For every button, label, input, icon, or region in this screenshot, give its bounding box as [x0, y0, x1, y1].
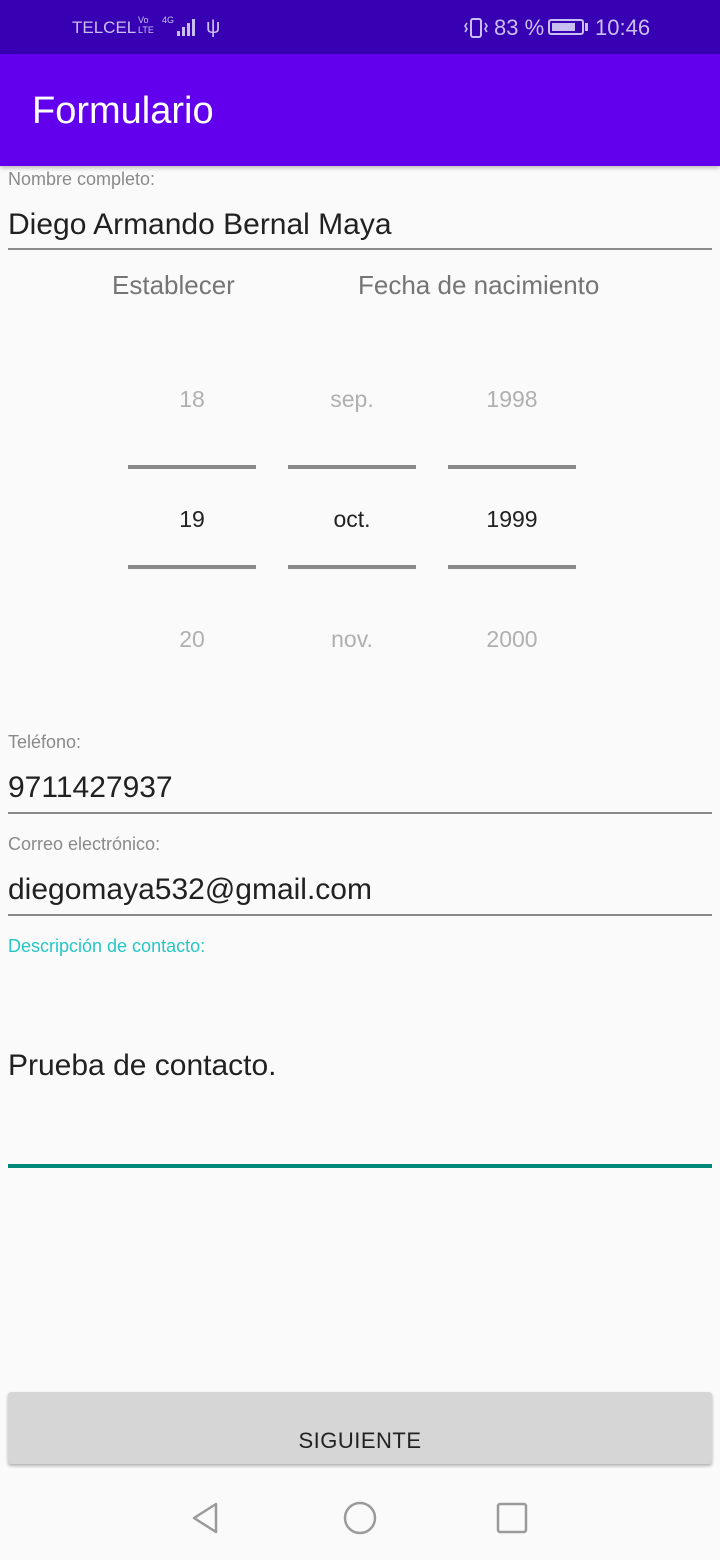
- battery-percent: 83 %: [494, 15, 545, 40]
- battery-charging-icon: [548, 19, 584, 35]
- email-label: Correo electrónico:: [8, 834, 161, 854]
- navigation-bar: [0, 1478, 720, 1560]
- phone-label: Teléfono:: [8, 732, 82, 752]
- home-icon[interactable]: [342, 1500, 378, 1536]
- year-next[interactable]: 2000: [448, 626, 576, 653]
- month-selected[interactable]: oct.: [288, 506, 416, 533]
- day-divider-top: [128, 465, 256, 469]
- email-underline: [8, 914, 712, 916]
- month-next[interactable]: nov.: [288, 626, 416, 653]
- email-field[interactable]: diegomaya532@gmail.com: [8, 873, 372, 907]
- status-bar: TELCEL Vo LTE 4G ψ 83 % 10:46: [0, 0, 720, 54]
- name-label: Nombre completo:: [8, 169, 156, 189]
- phone-field[interactable]: 9711427937: [8, 771, 173, 805]
- year-divider-top: [448, 465, 576, 469]
- name-field[interactable]: Diego Armando Bernal Maya: [8, 208, 392, 242]
- carrier-name: TELCEL: [72, 18, 137, 37]
- description-field[interactable]: Prueba de contacto.: [8, 1049, 277, 1083]
- phone-underline: [8, 812, 712, 814]
- clock: 10:46: [595, 15, 651, 40]
- page-title: Formulario: [32, 90, 214, 132]
- app-bar: Formulario: [0, 54, 720, 166]
- volte-indicator: Vo LTE: [138, 15, 154, 35]
- year-prev[interactable]: 1998: [448, 386, 576, 413]
- recents-icon[interactable]: [494, 1500, 530, 1536]
- battery-tip: [585, 23, 588, 31]
- signal-icon: [177, 19, 195, 36]
- day-selected[interactable]: 19: [128, 506, 256, 533]
- next-button[interactable]: SIGUIENTE: [8, 1392, 712, 1464]
- month-divider-bottom: [288, 565, 416, 569]
- month-divider-top: [288, 465, 416, 469]
- battery-level: [552, 23, 575, 31]
- day-divider-bottom: [128, 565, 256, 569]
- vibrate-icon: [464, 18, 488, 38]
- day-next[interactable]: 20: [128, 626, 256, 653]
- name-underline: [8, 248, 712, 250]
- network-type: 4G: [162, 15, 175, 25]
- back-icon[interactable]: [188, 1500, 224, 1536]
- day-prev[interactable]: 18: [128, 386, 256, 413]
- year-divider-bottom: [448, 565, 576, 569]
- description-underline: [8, 1164, 712, 1168]
- month-prev[interactable]: sep.: [288, 386, 416, 413]
- date-title: Fecha de nacimiento: [358, 270, 600, 300]
- set-date-label[interactable]: Establecer: [112, 270, 235, 301]
- year-selected[interactable]: 1999: [448, 506, 576, 533]
- usb-icon: ψ: [206, 16, 221, 38]
- description-label: Descripción de contacto:: [8, 936, 206, 956]
